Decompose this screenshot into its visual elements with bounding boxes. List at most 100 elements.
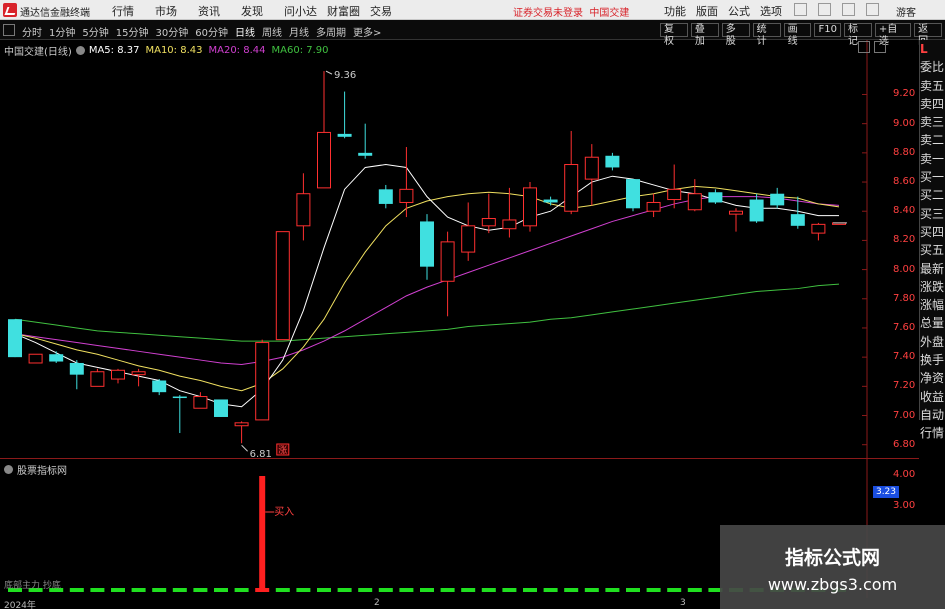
candle-body-up [234, 422, 249, 427]
date-label-mar: 3 [680, 598, 686, 608]
indicator-header: 股票指标网 [4, 462, 67, 477]
rise-marker-text: 涨 [278, 445, 287, 456]
maximize-icon[interactable] [842, 3, 855, 16]
multi-stock-button[interactable]: 多股 [721, 23, 750, 47]
menu-item-market[interactable]: 市场 [155, 3, 198, 19]
ind-tick-3: 3.00 [893, 500, 916, 511]
signal-base-bar [90, 588, 105, 592]
sidebar-item[interactable]: 涨幅 [920, 296, 945, 314]
watermark-url: www.zbgs3.com [767, 575, 898, 594]
tab-30min[interactable]: 30分钟 [155, 24, 188, 39]
sidebar-item[interactable]: 买五 [920, 241, 945, 259]
sidebar-item[interactable]: 买四 [920, 223, 945, 241]
close-panel-icon[interactable] [874, 41, 886, 53]
indicator-name: 股票指标网 [17, 466, 67, 477]
tab-5min[interactable]: 5分钟 [82, 24, 108, 39]
stock-tab[interactable]: 中国交建 [589, 8, 629, 19]
menu-item-function[interactable]: 功能 [664, 3, 686, 19]
menu-item-quotes[interactable]: 行情 [112, 3, 155, 19]
sidebar-item[interactable]: 买一 [920, 168, 945, 186]
ma10-label: MA10: 8.43 [145, 45, 203, 56]
mark-button[interactable]: 标记 [843, 23, 872, 47]
indicator-current-value: 3.23 [873, 486, 899, 498]
tab-1min[interactable]: 1分钟 [49, 24, 75, 39]
signal-base-bar [667, 588, 682, 592]
overlay-button[interactable]: 叠加 [690, 23, 719, 47]
expand-icon[interactable] [858, 41, 870, 53]
minimize-icon[interactable] [818, 3, 831, 16]
sidebar-item[interactable]: 总量 [920, 314, 945, 332]
signal-base-bar [337, 588, 352, 592]
guest-label[interactable]: 游客 [896, 4, 916, 19]
sidebar-item[interactable]: 委比 [920, 58, 945, 76]
app-name: 通达信金融终端 [20, 8, 90, 19]
menu-item-options[interactable]: 选项 [760, 3, 782, 19]
candle-body-down [214, 399, 228, 417]
adjust-button[interactable]: 复权 [660, 23, 688, 47]
signal-base-bar [111, 588, 125, 592]
menu-item-discover[interactable]: 发现 [241, 3, 284, 19]
tab-15min[interactable]: 15分钟 [116, 24, 149, 39]
price-tick: 7.40 [893, 351, 916, 363]
login-notice[interactable]: 证券交易未登录 中国交建 [513, 4, 629, 19]
candle-body-up [317, 131, 331, 189]
candle-body-down [152, 380, 167, 393]
close-icon[interactable] [866, 3, 879, 16]
return-button[interactable]: 返回 [914, 23, 942, 47]
sidebar-item[interactable]: 买二 [920, 186, 945, 204]
signal-base-bar [317, 588, 331, 592]
tab-daily[interactable]: 日线 [235, 24, 255, 39]
sidebar-item[interactable]: 卖五 [920, 77, 945, 95]
sidebar-item[interactable]: 换手 [920, 351, 945, 369]
menu-item-news[interactable]: 资讯 [198, 3, 241, 19]
ind-tick-4: 4.00 [893, 469, 916, 480]
sidebar-item[interactable]: 最新 [920, 260, 945, 278]
sidebar-item[interactable]: 买三 [920, 205, 945, 223]
candle-body-down [420, 221, 434, 267]
menu-item-trade[interactable]: 交易 [370, 3, 413, 19]
add-watchlist-button[interactable]: +自选 [874, 23, 912, 47]
menu-item-layout[interactable]: 版面 [696, 3, 718, 19]
candle-body-down [337, 133, 352, 137]
signal-base-bar [646, 588, 661, 592]
sidebar-item[interactable]: 涨跌 [920, 278, 945, 296]
signal-base-bar [131, 588, 146, 592]
tab-weekly[interactable]: 周线 [262, 24, 282, 39]
sidebar-item[interactable]: 自动 [920, 406, 945, 424]
sidebar-item[interactable]: 卖二 [920, 131, 945, 149]
tab-60min[interactable]: 60分钟 [195, 24, 228, 39]
sidebar-item[interactable]: 卖一 [920, 150, 945, 168]
sidebar-badge[interactable]: L [920, 40, 945, 58]
tab-multi-period[interactable]: 多周期 [316, 24, 346, 39]
signal-base-bar [687, 588, 702, 592]
tab-timeshare[interactable]: 分时 [22, 24, 42, 39]
sidebar-item[interactable]: 外盘 [920, 333, 945, 351]
period-toolbar: 分时 1分钟 5分钟 15分钟 30分钟 60分钟 日线 周线 月线 多周期 更… [0, 20, 945, 47]
sidebar-item[interactable]: 卖四 [920, 95, 945, 113]
ma60-label: MA60: 7.90 [271, 45, 329, 56]
draw-line-button[interactable]: 画线 [783, 23, 812, 47]
sidebar-item[interactable]: 收益 [920, 388, 945, 406]
menu-item-community[interactable]: 财富圈 [327, 3, 370, 19]
signal-base-bar [626, 588, 640, 592]
settings-dot-icon[interactable] [75, 46, 85, 55]
candlestick-chart[interactable]: 9.36 6.81 涨 [0, 40, 868, 458]
sidebar-item[interactable]: 净资 [920, 369, 945, 387]
sidebar-item[interactable]: 卖三 [920, 113, 945, 131]
signal-base-bar [296, 588, 311, 592]
menu-item-formula[interactable]: 公式 [728, 3, 750, 19]
f10-button[interactable]: F10 [814, 23, 841, 37]
stats-button[interactable]: 统计 [752, 23, 781, 47]
menu-item-assistant[interactable]: 问小达 [284, 3, 327, 19]
watermark-title: 指标公式网 [784, 547, 880, 569]
ma60-line [14, 283, 840, 342]
skin-icon[interactable] [794, 3, 807, 16]
main-menu: 行情 市场 资讯 发现 问小达 财富圈 交易 [112, 3, 413, 19]
tab-monthly[interactable]: 月线 [289, 24, 309, 39]
signal-base-bar [584, 588, 599, 592]
indicator-settings-icon[interactable] [4, 465, 13, 474]
tab-more[interactable]: 更多> [353, 24, 381, 39]
back-icon[interactable] [3, 24, 15, 36]
sidebar-item[interactable]: 行情 [920, 424, 945, 442]
candle-body-up [687, 193, 702, 211]
